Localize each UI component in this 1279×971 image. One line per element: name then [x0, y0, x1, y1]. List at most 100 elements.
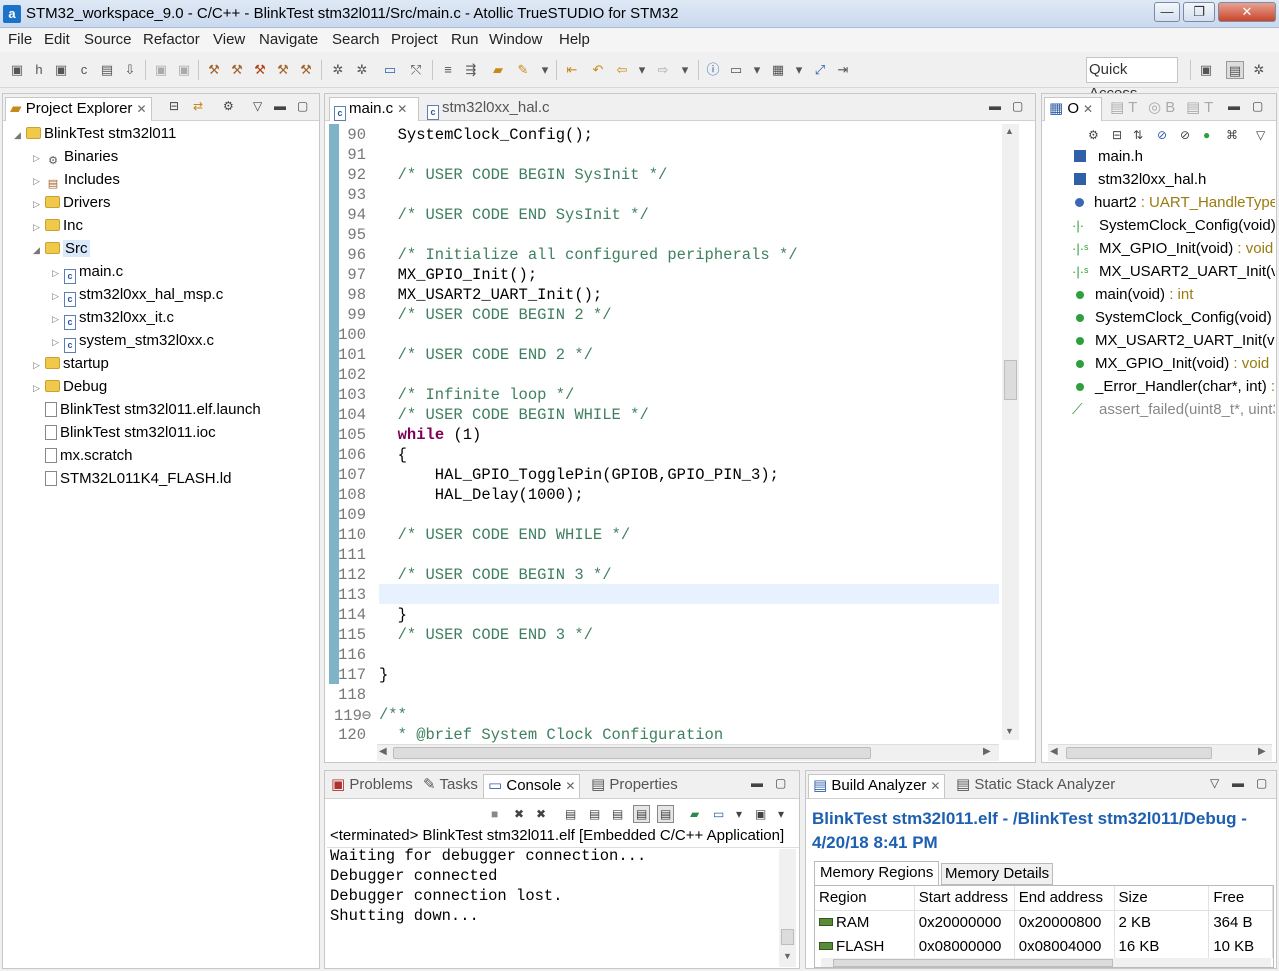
tab-static-stack-analyzer[interactable]: ▤ Static Stack Analyzer — [952, 774, 1119, 798]
scroll-thumb[interactable] — [1004, 360, 1017, 400]
tree-item[interactable]: ▷ startup — [33, 352, 109, 375]
expand-toggle-icon[interactable]: ▷ — [52, 262, 64, 285]
connect-icon[interactable]: ⤲ — [407, 61, 425, 79]
clear-console-icon[interactable]: ▤ — [565, 807, 576, 821]
tab-problems[interactable]: ▣ Problems — [327, 774, 417, 798]
tab-task-list[interactable]: ▤ T — [1182, 97, 1217, 121]
code-line[interactable]: /* USER CODE BEGIN WHILE */ — [379, 406, 649, 424]
new-header-icon[interactable]: h — [30, 61, 48, 79]
tree-item[interactable]: ▷ ▤ Includes — [33, 168, 120, 191]
open-folder-icon[interactable]: ▰ — [489, 61, 507, 79]
new-class-icon[interactable]: ▤ — [98, 61, 116, 79]
code-line[interactable]: { — [379, 446, 407, 464]
maximize-view-icon[interactable]: ▢ — [775, 776, 786, 790]
collapse-all-icon[interactable]: ⊟ — [1112, 128, 1122, 142]
forward-icon[interactable]: ⇨ — [654, 61, 672, 79]
show-stderr-icon[interactable]: ▤ — [657, 805, 675, 823]
scroll-lock-icon[interactable]: ▤ — [589, 807, 600, 821]
tab-memory-regions[interactable]: Memory Regions — [814, 861, 940, 885]
menu-window[interactable]: Window — [489, 31, 542, 48]
filter-icon[interactable]: ⚙ — [223, 99, 234, 113]
menu-source[interactable]: Source — [84, 31, 132, 48]
tree-item[interactable]: ▷ c stm32l0xx_hal_msp.c — [52, 283, 223, 307]
code-line[interactable]: HAL_GPIO_TogglePin(GPIOB,GPIO_PIN_3); — [379, 466, 779, 484]
back-dropdown-icon[interactable]: ▾ — [633, 61, 651, 79]
new-source-folder-icon[interactable]: ▣ — [52, 61, 70, 79]
code-line[interactable]: while (1) — [379, 426, 482, 444]
expand-toggle-icon[interactable]: ▷ — [33, 193, 45, 216]
grid-dropdown-icon[interactable]: ▾ — [790, 61, 808, 79]
close-icon[interactable]: ✕ — [1083, 102, 1093, 116]
build-all-icon[interactable]: ⚒ — [228, 61, 246, 79]
back-history-icon[interactable]: ↶ — [589, 61, 607, 79]
menu-search[interactable]: Search — [332, 31, 380, 48]
menu-run[interactable]: Run — [451, 31, 479, 48]
expand-toggle-icon[interactable]: ▷ — [33, 377, 45, 400]
tree-item[interactable]: mx.scratch — [33, 444, 133, 467]
collapse-all-icon[interactable]: ⊟ — [169, 99, 179, 113]
code-line[interactable]: /* USER CODE BEGIN SysInit */ — [379, 166, 668, 184]
console-vertical-scrollbar[interactable]: ▼ — [779, 849, 796, 967]
code-line[interactable]: } — [379, 606, 407, 624]
scroll-thumb[interactable] — [833, 959, 1113, 967]
open-console-icon[interactable]: ▣ — [755, 807, 766, 821]
forward-dropdown-icon[interactable]: ▾ — [676, 61, 694, 79]
maximize-view-icon[interactable]: ▢ — [1012, 99, 1023, 113]
column-start-address[interactable]: Start address — [914, 886, 1015, 911]
editor-horizontal-scrollbar[interactable]: ◀ ▶ — [377, 744, 999, 761]
code-line[interactable]: HAL_Delay(1000); — [379, 486, 584, 504]
minimize-view-icon[interactable]: ▬ — [751, 776, 763, 790]
table-horizontal-scrollbar[interactable] — [821, 958, 1271, 967]
hide-static-icon[interactable]: ⊘ — [1180, 128, 1190, 142]
tab-stm32l0xx-hal-c[interactable]: c stm32l0xx_hal.c — [423, 97, 554, 121]
tree-item[interactable]: ▷ c main.c — [52, 260, 123, 285]
close-icon[interactable]: ✕ — [565, 779, 575, 793]
save-icon[interactable]: ▣ — [152, 61, 170, 79]
minimize-view-icon[interactable]: ▬ — [1228, 99, 1240, 113]
menu-edit[interactable]: Edit — [44, 31, 70, 48]
maximize-view-icon[interactable]: ▢ — [1256, 776, 1267, 790]
code-line[interactable]: MX_USART2_UART_Init(); — [379, 286, 603, 304]
align-icon[interactable]: ≡ — [439, 61, 457, 79]
minimize-view-icon[interactable]: ▬ — [274, 99, 286, 113]
outline-horizontal-scrollbar[interactable]: ◀ ▶ — [1048, 744, 1272, 761]
tab-main-c[interactable]: c main.c ✕ — [329, 97, 419, 121]
pin-console-icon[interactable]: ▰ — [690, 807, 699, 821]
open-perspective-icon[interactable]: ▣ — [1197, 61, 1215, 79]
close-button[interactable]: ✕ — [1218, 2, 1276, 22]
filter-icon[interactable]: ⚙ — [1088, 128, 1099, 142]
expand-toggle-icon[interactable]: ▷ — [33, 170, 45, 193]
close-icon[interactable]: ✕ — [136, 102, 146, 116]
code-line[interactable]: /* USER CODE END 3 */ — [379, 626, 593, 644]
maximize-view-icon[interactable]: ▢ — [297, 99, 308, 113]
save-all-icon[interactable]: ▣ — [175, 61, 193, 79]
column-free[interactable]: Free — [1208, 886, 1273, 911]
menu-navigate[interactable]: Navigate — [259, 31, 318, 48]
remove-launch-icon[interactable]: ✖ — [514, 807, 524, 821]
code-line[interactable]: SystemClock_Config(); — [379, 126, 593, 144]
window-icon[interactable]: ▭ — [727, 61, 745, 79]
build-config-icon[interactable]: ⚒ — [297, 61, 315, 79]
show-stdout-icon[interactable]: ▤ — [633, 805, 651, 823]
expand-toggle-icon[interactable]: ◢ — [33, 239, 45, 262]
close-icon[interactable]: ✕ — [930, 779, 940, 793]
tree-item[interactable]: ▷ c system_stm32l0xx.c — [52, 329, 214, 353]
code-line[interactable]: /* USER CODE END 2 */ — [379, 346, 593, 364]
tab-build-targets[interactable]: ◎ B — [1144, 97, 1179, 121]
scroll-thumb[interactable] — [781, 929, 794, 945]
menu-help[interactable]: Help — [559, 31, 590, 48]
tree-item[interactable]: BlinkTest stm32l011.ioc — [33, 421, 216, 444]
menu-refactor[interactable]: Refactor — [143, 31, 200, 48]
tree-item[interactable]: ▷ Inc — [33, 214, 83, 237]
expand-toggle-icon[interactable]: ▷ — [33, 354, 45, 377]
exit-icon[interactable]: ⇥ — [834, 61, 852, 79]
tree-item[interactable]: ◢ BlinkTest stm32l011 — [14, 122, 176, 145]
expand-toggle-icon[interactable]: ◢ — [14, 124, 26, 147]
tab-type-hierarchy[interactable]: ▤ T — [1106, 97, 1141, 121]
column-size[interactable]: Size — [1114, 886, 1210, 911]
display-console-icon[interactable]: ▭ — [713, 807, 724, 821]
terminate-icon[interactable]: ■ — [491, 807, 498, 821]
expand-toggle-icon[interactable]: ▷ — [33, 216, 45, 239]
tree-item[interactable]: ◢ Src — [33, 237, 90, 260]
new-project-icon[interactable]: ▣ — [8, 61, 26, 79]
